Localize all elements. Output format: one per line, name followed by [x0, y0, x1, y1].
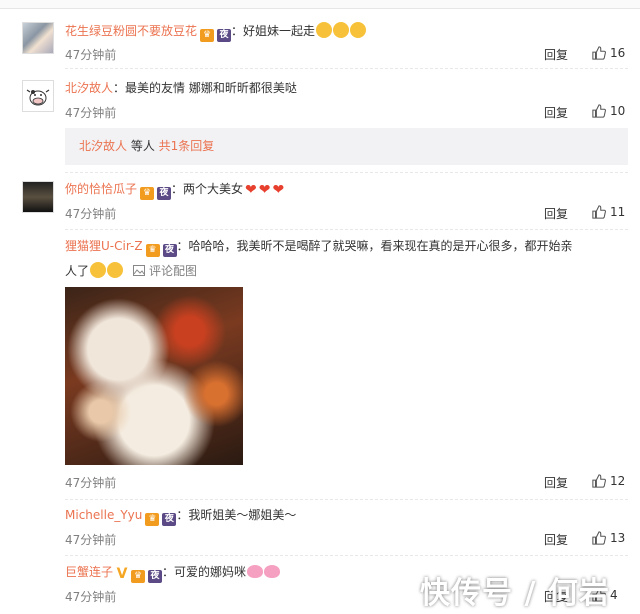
comment-time: 47分钟前: [65, 533, 117, 547]
night-badge-icon[interactable]: 夜: [217, 29, 232, 42]
divider: [65, 229, 628, 230]
reply-button[interactable]: 回复: [544, 104, 568, 121]
pig-emoji-icon: [264, 565, 281, 578]
cow-icon: [26, 89, 50, 106]
thumbs-up-icon: [592, 531, 606, 545]
like-count: 16: [610, 46, 626, 60]
image-icon: [133, 265, 146, 276]
laughing-emoji-icon: [316, 22, 333, 38]
heart-icon: ❤: [245, 182, 257, 198]
laughing-emoji-icon: [333, 22, 350, 38]
like-count: 10: [610, 104, 626, 118]
comment-photo[interactable]: [65, 287, 243, 465]
night-badge-icon[interactable]: 夜: [157, 187, 172, 200]
crown-badge-icon[interactable]: ♛: [131, 570, 146, 583]
comment-text: ：可爱的娜妈咪: [162, 565, 247, 579]
comment-time: 47分钟前: [65, 207, 117, 221]
comment-text: ：我昕姐美～娜姐美～: [176, 508, 297, 522]
comment-line: 狸猫狸U-Cir-Z ♛ 夜：哈哈哈，我美昕不是喝醉了就哭嘛，看来现在真的是开心很多…: [65, 238, 573, 257]
comment-text-cont: 人了: [65, 264, 90, 278]
sub-reply-text: 等人: [127, 139, 159, 153]
avatar[interactable]: [22, 80, 54, 112]
verified-v-icon[interactable]: V: [116, 567, 128, 581]
avatar[interactable]: [22, 22, 54, 54]
thumbs-up-icon: [592, 205, 606, 219]
thumbs-up-icon: [592, 474, 606, 488]
like-count: 4: [610, 588, 618, 602]
divider: [65, 499, 628, 500]
username-link[interactable]: 狸猫狸U-Cir-Z: [65, 239, 143, 253]
thumbs-up-icon: [592, 104, 606, 118]
avatar[interactable]: [22, 181, 54, 213]
comment-time: 47分钟前: [65, 590, 117, 604]
comment-line: 花生绿豆粉圆不要放豆花 ♛ 夜：好姐妹一起走: [65, 22, 367, 42]
sub-reply-user[interactable]: 北汐故人: [79, 139, 127, 153]
sub-reply-box[interactable]: 北汐故人 等人 共1条回复: [65, 128, 628, 165]
reply-button[interactable]: 回复: [544, 46, 568, 63]
username-link[interactable]: 北汐故人: [65, 81, 113, 95]
comment-image-link[interactable]: 评论配图: [133, 264, 197, 278]
laughing-emoji-icon: [107, 262, 124, 278]
like-button[interactable]: 12: [592, 474, 625, 488]
divider: [65, 68, 628, 69]
heart-icon: ❤: [258, 182, 271, 198]
comment-line: 巨蟹连子 V ♛ 夜：可爱的娜妈咪: [65, 564, 281, 583]
night-badge-icon[interactable]: 夜: [162, 513, 177, 526]
sub-reply-count-link[interactable]: 共1条回复: [159, 139, 215, 153]
divider: [65, 555, 628, 556]
comment-time: 47分钟前: [65, 476, 117, 490]
crown-badge-icon[interactable]: ♛: [140, 187, 155, 200]
comment-text: ：好姐妹一起走: [231, 24, 316, 38]
night-badge-icon[interactable]: 夜: [162, 244, 177, 257]
comment-line: Michelle_Yyu ♛ 夜：我昕姐美～娜姐美～: [65, 507, 296, 526]
comment-text: ：哈哈哈，我美昕不是喝醉了就哭嘛，看来现在真的是开心很多，都开始亲: [176, 239, 573, 253]
laughing-emoji-icon: [350, 22, 367, 38]
crown-badge-icon[interactable]: ♛: [145, 244, 160, 257]
comment-line: 你的恰恰瓜子 ♛ 夜：两个大美女 ❤ ❤ ❤: [65, 181, 284, 200]
reply-button[interactable]: 回复: [544, 531, 568, 548]
watermark: 快传号 / 何岩: [420, 576, 610, 611]
like-count: 13: [610, 531, 626, 545]
heart-icon: ❤: [272, 182, 285, 198]
like-button[interactable]: 11: [592, 205, 625, 219]
like-button[interactable]: 13: [592, 531, 625, 545]
night-badge-icon[interactable]: 夜: [148, 570, 163, 583]
divider: [65, 172, 628, 173]
laughing-emoji-icon: [90, 262, 107, 278]
like-button[interactable]: 16: [592, 46, 625, 60]
comment-time: 47分钟前: [65, 48, 117, 62]
comment-line: 北汐故人：最美的友情 娜娜和昕昕都很美哒: [65, 80, 297, 96]
crown-badge-icon[interactable]: ♛: [200, 29, 215, 42]
username-link[interactable]: 你的恰恰瓜子: [65, 182, 137, 196]
like-count: 12: [610, 474, 626, 488]
username-link[interactable]: Michelle_Yyu: [65, 508, 142, 522]
top-divider: [0, 0, 640, 9]
comment-text: ：两个大美女: [171, 182, 244, 196]
reply-button[interactable]: 回复: [544, 205, 568, 222]
comment-image-label: 评论配图: [149, 264, 198, 278]
comment-text: ：最美的友情 娜娜和昕昕都很美哒: [113, 81, 297, 95]
username-link[interactable]: 巨蟹连子: [65, 565, 113, 579]
comment-line-2: 人了 评论配图: [65, 262, 197, 279]
comment-time: 47分钟前: [65, 106, 117, 120]
reply-button[interactable]: 回复: [544, 474, 568, 491]
username-link[interactable]: 花生绿豆粉圆不要放豆花: [65, 24, 197, 38]
like-button[interactable]: 10: [592, 104, 625, 118]
like-count: 11: [610, 205, 626, 219]
pig-emoji-icon: [247, 565, 264, 578]
crown-badge-icon[interactable]: ♛: [145, 513, 160, 526]
thumbs-up-icon: [592, 46, 606, 60]
